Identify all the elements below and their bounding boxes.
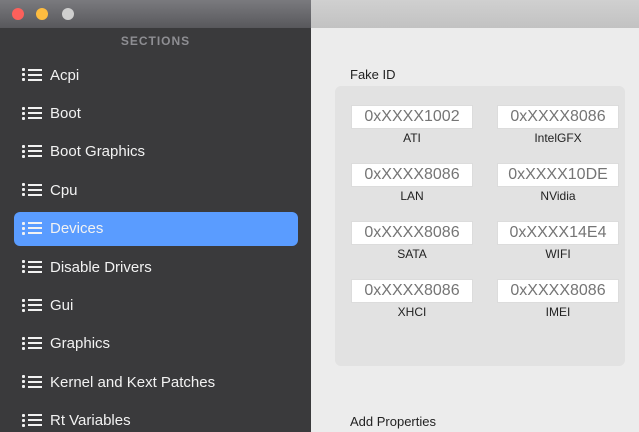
list-icon <box>22 375 44 389</box>
list-icon <box>22 183 44 197</box>
list-icon <box>22 336 44 351</box>
list-icon <box>22 221 44 236</box>
sidebar-item-label: Acpi <box>50 66 80 84</box>
fake-id-wifi-label: WIFI <box>545 247 571 261</box>
sidebar-item-gui[interactable]: Gui <box>0 286 311 324</box>
list-icon <box>22 68 44 82</box>
sidebar-item-acpi[interactable]: Acpi <box>0 56 311 94</box>
sidebar-title-bar <box>0 0 311 28</box>
fake-id-nvidia-label: NVidia <box>540 189 576 203</box>
fake-id-intelgfx-input[interactable] <box>497 105 619 129</box>
fake-id-title: Fake ID <box>350 67 396 82</box>
list-icon <box>22 260 44 274</box>
list-icon <box>22 106 44 121</box>
sidebar-item-label: Graphics <box>50 335 111 353</box>
sidebar-item-cpu[interactable]: Cpu <box>0 171 311 209</box>
fake-id-nvidia: NVidia <box>497 163 619 203</box>
fake-id-imei-input[interactable] <box>497 279 619 303</box>
sidebar-item-label: Devices <box>50 220 104 238</box>
sidebar-item-boot-graphics[interactable]: Boot Graphics <box>0 133 311 171</box>
sidebar-item-rt-variables[interactable]: Rt Variables <box>0 402 311 432</box>
close-window-button[interactable] <box>12 8 24 20</box>
sidebar-item-label: Kernel and Kext Patches <box>50 373 216 391</box>
sidebar-list: Acpi Boot Boot Graphics Cpu Devices Disable D… <box>0 56 311 432</box>
add-properties-title: Add Properties <box>350 414 436 429</box>
list-icon <box>22 144 44 159</box>
sidebar-item-label: Disable Drivers <box>50 258 152 276</box>
fake-id-wifi: WIFI <box>497 221 619 261</box>
sidebar-item-label: Boot Graphics <box>50 143 146 161</box>
sidebar-item-disable-drivers[interactable]: Disable Drivers <box>0 248 311 286</box>
fake-id-lan-input[interactable] <box>351 163 473 187</box>
fake-id-intelgfx: IntelGFX <box>497 105 619 145</box>
fake-id-sata-input[interactable] <box>351 221 473 245</box>
fake-id-intelgfx-label: IntelGFX <box>534 131 582 145</box>
list-icon <box>22 413 44 428</box>
fake-id-sata: SATA <box>351 221 473 261</box>
sidebar-item-kernel-and-kext-patches[interactable]: Kernel and Kext Patches <box>0 363 311 401</box>
zoom-window-button[interactable] <box>62 8 74 20</box>
sidebar: SECTIONS Acpi Boot Boot Graphics Cpu Devices… <box>0 0 311 432</box>
fake-id-wifi-input[interactable] <box>497 221 619 245</box>
list-icon <box>22 298 44 313</box>
fake-id-sata-label: SATA <box>397 247 427 261</box>
fake-id-ati: ATI <box>351 105 473 145</box>
minimize-window-button[interactable] <box>36 8 48 20</box>
fake-id-lan-label: LAN <box>400 189 424 203</box>
sidebar-item-devices[interactable]: Devices <box>0 210 311 248</box>
main-panel: Fake ID ATI IntelGFX LAN NVidia SATA WIFI XHCI… <box>311 28 639 432</box>
fake-id-xhci: XHCI <box>351 279 473 319</box>
fake-id-ati-input[interactable] <box>351 105 473 129</box>
sidebar-item-boot[interactable]: Boot <box>0 94 311 132</box>
fake-id-imei: IMEI <box>497 279 619 319</box>
sidebar-item-graphics[interactable]: Graphics <box>0 325 311 363</box>
fake-id-ati-label: ATI <box>403 131 421 145</box>
sidebar-item-label: Cpu <box>50 181 78 199</box>
sidebar-section-header: SECTIONS <box>120 34 191 48</box>
sidebar-item-label: Boot <box>50 105 81 123</box>
fake-id-imei-label: IMEI <box>545 305 571 319</box>
fake-id-xhci-input[interactable] <box>351 279 473 303</box>
app-window: SECTIONS Acpi Boot Boot Graphics Cpu Devices… <box>0 0 639 432</box>
fake-id-lan: LAN <box>351 163 473 203</box>
sidebar-item-label: Rt Variables <box>50 412 131 430</box>
sidebar-item-label: Gui <box>50 297 74 315</box>
fake-id-nvidia-input[interactable] <box>497 163 619 187</box>
fake-id-xhci-label: XHCI <box>397 305 427 319</box>
